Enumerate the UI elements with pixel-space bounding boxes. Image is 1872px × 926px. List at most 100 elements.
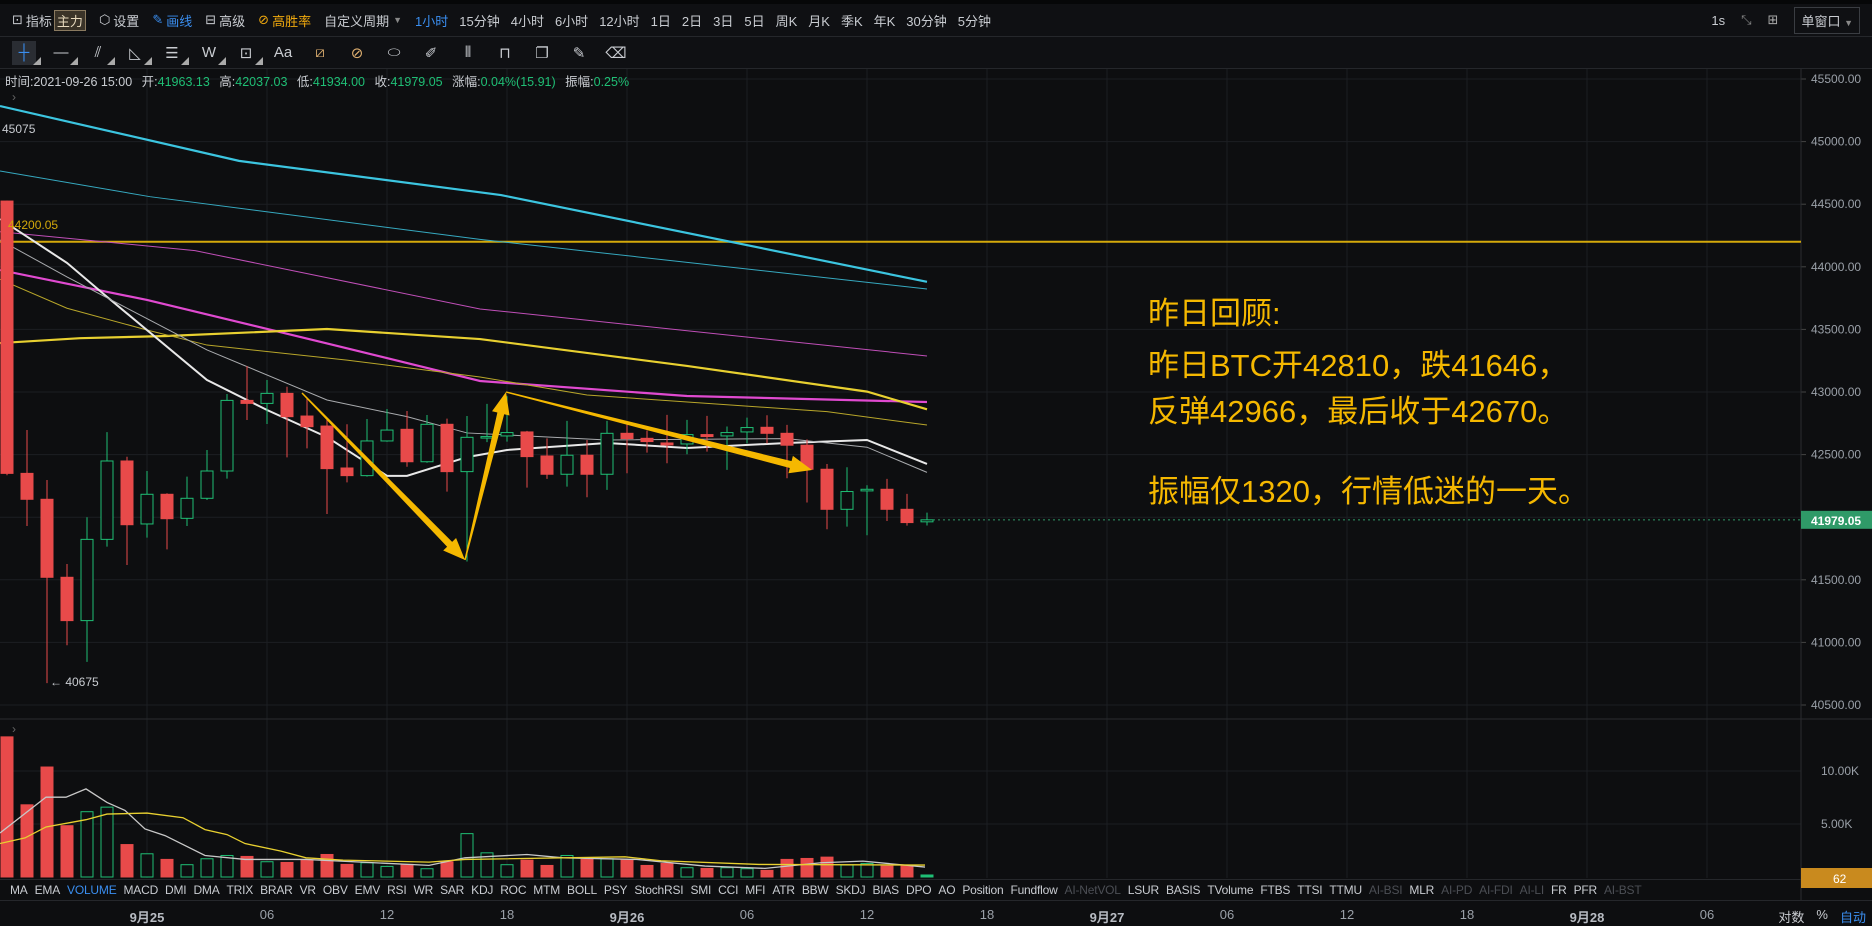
period-tab[interactable]: 年K (874, 11, 896, 30)
crosshair-tool-icon[interactable]: ┼ (12, 40, 41, 65)
indicator-tab[interactable]: EMA (35, 883, 61, 897)
indicator-tab[interactable]: AI-BST (1604, 883, 1642, 897)
indicator-tab[interactable]: TVolume (1207, 883, 1253, 897)
indicator-tab[interactable]: SMI (690, 883, 711, 897)
indicator-tab[interactable]: PFR (1574, 883, 1598, 897)
indicator-tab[interactable]: PSY (604, 883, 628, 897)
indicator-tab[interactable]: BOLL (567, 883, 597, 897)
indicator-tab[interactable]: WR (413, 883, 433, 897)
indicator-tab[interactable]: AI-FDI (1479, 883, 1513, 897)
ruler-tool-icon[interactable]: ⬭ (382, 41, 406, 65)
draw-button[interactable]: ✎ 画线 (152, 11, 192, 30)
indicator-tab[interactable]: Fundflow (1010, 883, 1057, 897)
period-tab[interactable]: 4小时 (511, 11, 544, 30)
indicator-tab[interactable]: AI-BSI (1369, 883, 1403, 897)
indicator-tab[interactable]: SAR (440, 883, 464, 897)
indicator-tab[interactable]: AI-PD (1441, 883, 1472, 897)
percent-scale-toggle[interactable]: % (1816, 907, 1828, 926)
volume-tick-label: 5.00K (1821, 817, 1852, 831)
indicator-tab[interactable]: AI-NetVOL (1065, 883, 1121, 897)
indicator-tab[interactable]: MFI (745, 883, 765, 897)
indicator-tab[interactable]: ATR (772, 883, 795, 897)
add-window-icon[interactable]: ⊞ (1768, 12, 1779, 28)
period-tab[interactable]: 2日 (682, 11, 702, 30)
period-tab[interactable]: 6小时 (555, 11, 588, 30)
indicator-tab[interactable]: BASIS (1166, 883, 1201, 897)
main-force-tag[interactable]: 主力 (53, 9, 86, 31)
indicator-tab[interactable]: TTMU (1329, 883, 1362, 897)
indicator-tab[interactable]: MACD (124, 883, 159, 897)
magnet-tool-icon[interactable]: ⧄ (308, 41, 332, 65)
indicator-tab[interactable]: MLR (1409, 883, 1434, 897)
log-scale-toggle[interactable]: 对数 (1778, 907, 1804, 926)
note-icon[interactable]: ✎ (567, 41, 591, 65)
custom-period-dropdown[interactable]: 自定义周期 ▼ (324, 11, 402, 30)
indicator-tab[interactable]: VOLUME (67, 883, 117, 897)
indicator-tab[interactable]: TTSI (1297, 883, 1322, 897)
period-tab[interactable]: 5日 (744, 11, 764, 30)
volume-bar (120, 844, 134, 878)
expand-chevron-icon[interactable]: › (12, 722, 16, 736)
period-tab[interactable]: 5分钟 (958, 11, 991, 30)
horizontal-line-tool-icon[interactable]: — (49, 41, 78, 65)
period-tab[interactable]: 周K (776, 11, 798, 30)
period-tab[interactable]: 3日 (713, 11, 733, 30)
indicator-tab[interactable]: RSI (387, 883, 407, 897)
expand-chevron-icon[interactable]: › (12, 90, 16, 104)
indicator-tab[interactable]: FTBS (1260, 883, 1290, 897)
copy-icon[interactable]: ❐ (530, 41, 554, 65)
indicator-button[interactable]: ⊡ 指标 主力 (12, 9, 86, 31)
lock-draw-tool-icon[interactable]: ⊘ (345, 41, 369, 65)
measure-box-tool-icon[interactable]: ⊡ (234, 41, 263, 65)
indicator-tab[interactable]: DMA (193, 883, 219, 897)
text-tool-icon[interactable]: Aa (271, 41, 295, 65)
indicator-tab[interactable]: CCI (718, 883, 738, 897)
period-tab[interactable]: 1小时 (415, 11, 448, 30)
candle-body (560, 454, 574, 475)
indicator-tab[interactable]: AI-LI (1520, 883, 1545, 897)
indicator-tab[interactable]: OBV (323, 883, 348, 897)
indicator-tab[interactable]: MA (10, 883, 28, 897)
indicator-tab[interactable]: EMV (355, 883, 381, 897)
candle-pattern-icon[interactable]: ⫴ (456, 41, 480, 65)
indicator-tab[interactable]: StochRSI (634, 883, 683, 897)
triangle-tool-icon[interactable]: ◺ (123, 41, 152, 65)
chart-canvas[interactable]: 45500.00 45000.00 44500.00 44000.00 43500.00… (0, 0, 1872, 926)
period-tab[interactable]: 30分钟 (906, 11, 946, 30)
candle (420, 415, 434, 463)
collapse-icon[interactable]: ⤡ (1741, 12, 1751, 28)
parallel-channel-tool-icon[interactable]: ☰ (160, 41, 189, 65)
period-tab[interactable]: 15分钟 (459, 11, 499, 30)
advanced-button[interactable]: ⊟ 高级 (205, 11, 245, 30)
indicator-tab[interactable]: Position (962, 883, 1003, 897)
indicator-tab[interactable]: MTM (533, 883, 560, 897)
indicator-tab[interactable]: FR (1551, 883, 1567, 897)
trend-line-tool-icon[interactable]: ⫽ (86, 41, 115, 65)
period-tab[interactable]: 1日 (651, 11, 671, 30)
pen-tool-icon[interactable]: ✐ (419, 41, 443, 65)
indicator-tab[interactable]: SKDJ (836, 883, 866, 897)
indicator-tab[interactable]: BBW (802, 883, 829, 897)
indicator-tab[interactable]: LSUR (1128, 883, 1159, 897)
layout-dropdown[interactable]: 单窗口 ▼ (1794, 6, 1860, 34)
indicator-tab[interactable]: AO (938, 883, 955, 897)
wave-tool-icon[interactable]: W (197, 41, 226, 65)
volume-badge-label: 62 (1833, 872, 1847, 886)
indicator-tab[interactable]: VR (300, 883, 316, 897)
lock-icon[interactable]: ⊓ (493, 41, 517, 65)
period-tab[interactable]: 季K (841, 11, 863, 30)
indicator-tab[interactable]: KDJ (471, 883, 493, 897)
period-tab[interactable]: 月K (808, 11, 830, 30)
auto-scale-toggle[interactable]: 自动 (1840, 907, 1866, 926)
indicator-tab[interactable]: BRAR (260, 883, 293, 897)
indicator-tab[interactable]: DMI (165, 883, 187, 897)
indicator-tab[interactable]: DPO (906, 883, 932, 897)
indicator-tab[interactable]: ROC (500, 883, 526, 897)
refresh-interval[interactable]: 1s (1711, 13, 1725, 28)
period-tab[interactable]: 12小时 (599, 11, 639, 30)
indicator-tab[interactable]: TRIX (227, 883, 254, 897)
winrate-button[interactable]: ⊘ 高胜率 (258, 11, 311, 30)
settings-button[interactable]: ⬡ 设置 (99, 11, 139, 30)
trash-icon[interactable]: ⌫ (604, 41, 628, 65)
indicator-tab[interactable]: BIAS (872, 883, 899, 897)
